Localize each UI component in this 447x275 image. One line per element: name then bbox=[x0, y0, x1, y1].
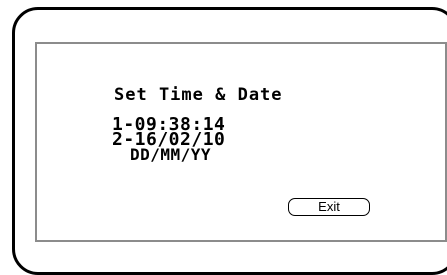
screen-title: Set Time & Date bbox=[114, 85, 283, 105]
exit-button[interactable]: Exit bbox=[288, 198, 370, 216]
date-format-hint: DD/MM/YY bbox=[130, 145, 212, 164]
lcd-screen bbox=[35, 42, 447, 242]
